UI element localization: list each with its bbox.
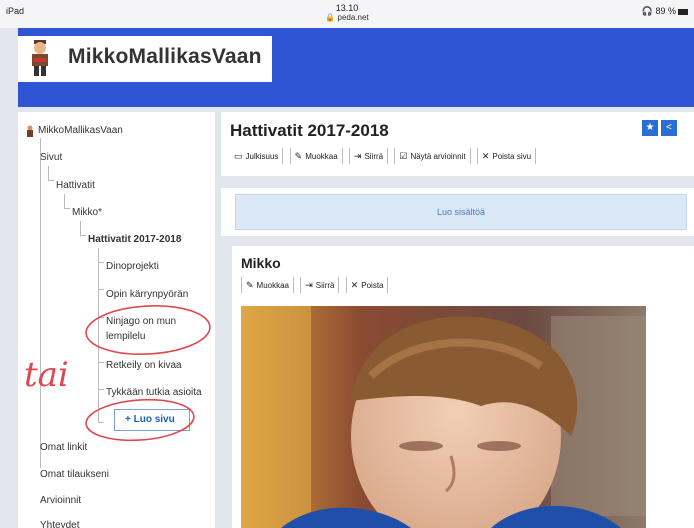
sidebar-item-sivut[interactable]: Sivut [40, 152, 62, 163]
sidebar-item-current[interactable]: Hattivatit 2017-2018 [88, 234, 181, 245]
sidebar-item-ninjago[interactable]: Ninjago on mun [106, 316, 176, 327]
page-toolbar: ▭ Julkisuus ✎ Muokkaa ⇥ Siirrä ☑ Näytä arvio… [230, 148, 540, 164]
sidebar-item-tilaukset[interactable]: Omat tilaukseni [40, 469, 109, 480]
sidebar-item-hattivatit[interactable]: Hattivatit [56, 180, 95, 191]
lock-icon: 🔒 [325, 13, 336, 22]
sidebar-item-tutkia[interactable]: Tykkään tutkia asioita [106, 387, 202, 398]
tree-line [64, 208, 70, 209]
tree-line [80, 235, 86, 236]
move-label: Siirrä [364, 152, 384, 161]
checkbox-icon: ☑ [399, 151, 408, 161]
tree-line [48, 166, 49, 180]
site-name: MikkoMallikasVaan [68, 45, 262, 68]
tree-line [98, 389, 104, 390]
tree-line [98, 422, 104, 423]
tree-line [80, 221, 81, 235]
delete-page-button[interactable]: ✕ Poista sivu [476, 148, 537, 164]
show-reviews-button[interactable]: ☑ Näytä arvioinnit [394, 148, 471, 164]
sidebar-item-retkeily[interactable]: Retkeily on kivaa [106, 360, 182, 371]
card-edit-button[interactable]: ✎ Muokkaa [241, 277, 295, 293]
star-icon: ★ [645, 122, 655, 133]
sidebar-item-ninjago-cont[interactable]: lempilelu [106, 331, 145, 342]
card-delete-button[interactable]: ✕ Poista [345, 277, 389, 293]
page-header: Hattivatit 2017-2018 ★ < ▭ Julkisuus ✎ Muo… [221, 112, 694, 176]
close-icon: ✕ [350, 280, 359, 290]
share-icon: < [666, 122, 672, 133]
share-button[interactable]: < [661, 120, 677, 136]
status-center: 13.10 🔒 peda.net [0, 3, 694, 23]
sidebar-item-mikko[interactable]: Mikko* [72, 207, 102, 218]
sidebar-item-yhteydet[interactable]: Yhteydet [40, 520, 79, 528]
edit-button[interactable]: ✎ Muokkaa [289, 148, 343, 164]
tree-line [98, 362, 104, 363]
sidebar-item-linkit[interactable]: Omat linkit [40, 442, 87, 453]
tree-line [98, 317, 104, 318]
avatar-small-icon [27, 125, 33, 137]
card-edit-label: Muokkaa [256, 281, 290, 290]
tree-line [98, 248, 99, 423]
avatar-icon [32, 40, 48, 76]
card-move-button[interactable]: ⇥ Siirrä [300, 277, 340, 293]
show-reviews-label: Näytä arvioinnit [410, 152, 466, 161]
headphones-icon: 🎧 [641, 6, 653, 16]
edit-label: Muokkaa [305, 152, 338, 161]
pencil-icon: ✎ [246, 280, 254, 290]
card-delete-label: Poista [361, 281, 384, 290]
delete-page-label: Poista sivu [492, 152, 532, 161]
tree-line [48, 180, 54, 181]
page-title: Hattivatit 2017-2018 [230, 121, 389, 140]
status-bar: iPad 13.10 🔒 peda.net 🎧 89 % [0, 0, 694, 28]
sidebar-item-home[interactable]: MikkoMallikasVaan [38, 125, 123, 136]
sidebar-nav: MikkoMallikasVaan Sivut Hattivatit Mikko… [18, 112, 215, 528]
card-move-label: Siirrä [315, 281, 335, 290]
sidebar-item-dinoprojekti[interactable]: Dinoprojekti [106, 261, 159, 272]
visibility-button[interactable]: ▭ Julkisuus [230, 148, 284, 164]
lock-icon: ▭ [234, 151, 243, 161]
card-title: Mikko [241, 255, 281, 271]
site-title-box[interactable]: MikkoMallikasVaan [18, 36, 272, 82]
url-text: peda.net [337, 13, 369, 22]
tree-line [40, 138, 41, 468]
visibility-label: Julkisuus [245, 152, 279, 161]
sidebar-item-karrynpyora[interactable]: Opin kärrynpyörän [106, 289, 188, 300]
tree-line [64, 194, 65, 208]
battery-percent: 89 % [655, 6, 676, 16]
child-photo [241, 306, 646, 528]
battery-status: 🎧 89 % [642, 6, 688, 17]
move-icon: ⇥ [353, 151, 362, 161]
card-toolbar: ✎ Muokkaa ⇥ Siirrä ✕ Poista [241, 277, 392, 293]
move-icon: ⇥ [305, 280, 313, 290]
move-button[interactable]: ⇥ Siirrä [348, 148, 389, 164]
create-page-button[interactable]: + Luo sivu [114, 409, 190, 431]
clock: 13.10 [335, 3, 359, 13]
favorite-button[interactable]: ★ [642, 120, 658, 136]
photo-image [241, 306, 646, 528]
site-banner: MikkoMallikasVaan [18, 28, 694, 107]
pencil-icon: ✎ [294, 151, 303, 161]
content-card: Mikko ✎ Muokkaa ⇥ Siirrä ✕ Poista [232, 246, 694, 528]
tree-line [98, 262, 104, 263]
close-icon: ✕ [481, 151, 490, 161]
sidebar-item-arvioinnit[interactable]: Arvioinnit [40, 495, 81, 506]
create-content-button[interactable]: Luo sisältöä [235, 194, 687, 230]
create-content-panel: Luo sisältöä [221, 188, 694, 236]
tree-line [98, 289, 104, 290]
battery-icon [678, 8, 688, 15]
address-bar[interactable]: 🔒 peda.net [0, 13, 694, 23]
